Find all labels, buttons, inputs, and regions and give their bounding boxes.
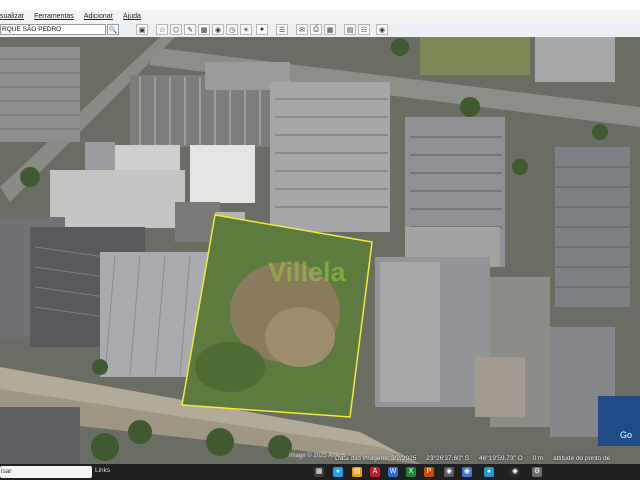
google-earth-icon[interactable]: ◉: [510, 467, 520, 477]
powerpoint-icon[interactable]: P: [424, 467, 434, 477]
placemark-icon[interactable]: ☆: [156, 24, 168, 35]
print-icon[interactable]: ⎙: [310, 24, 322, 35]
maps-icon[interactable]: ▤: [344, 24, 356, 35]
polygon-icon[interactable]: ⬠: [170, 24, 182, 35]
path-icon[interactable]: ✎: [184, 24, 196, 35]
imagery-date: Data das imagens: 3/2/2025: [335, 455, 417, 462]
messenger-icon[interactable]: ●: [484, 467, 494, 477]
map-status-bar: Data das imagens: 3/2/2025 23°26'37.60" …: [335, 455, 618, 462]
sunlight-icon[interactable]: ☀: [240, 24, 252, 35]
folder-icon[interactable]: ▧: [352, 467, 362, 477]
settings-icon[interactable]: ⚙: [532, 467, 542, 477]
menu-visualizar[interactable]: sualizar: [0, 13, 24, 20]
minimap-label: Go: [620, 430, 633, 440]
menu-bar: sualizar Ferramentas Adicionar Ajuda: [0, 10, 640, 23]
word-icon[interactable]: W: [388, 467, 398, 477]
longitude: 46°19'59.73" O: [478, 455, 523, 462]
window-title-strip: [0, 0, 640, 10]
save-image-icon[interactable]: ▦: [324, 24, 336, 35]
sidebar-toggle-icon[interactable]: ▣: [136, 24, 148, 35]
browser-icon[interactable]: ●: [333, 467, 343, 477]
taskbar-search[interactable]: isar: [0, 466, 92, 478]
ruler-icon[interactable]: ☰: [276, 24, 288, 35]
satellite-map-view[interactable]: Villela Image © 2025 Airbus: [0, 37, 640, 464]
earth-icon[interactable]: ◉: [376, 24, 388, 35]
eye-altitude: altitude do ponto de: [553, 455, 611, 462]
toolbar: RQUE SÃO PEDRO 🔍 ▣ ☆ ⬠ ✎ ▩ ◉ ◷ ☀ ● ☰ ✉ ⎙…: [0, 23, 640, 38]
search-icon[interactable]: 🔍: [107, 24, 119, 35]
taskbar: isar Links ▦ ● ▧ A W X P ◉ ◉ ● ◉ ⚙: [0, 464, 640, 480]
layers-icon[interactable]: ☷: [358, 24, 370, 35]
tour-icon[interactable]: ◉: [212, 24, 224, 35]
overview-minimap[interactable]: Go: [598, 396, 640, 446]
latitude: 23°26'37.60" S: [426, 455, 470, 462]
elevation: 0 m: [532, 455, 544, 462]
menu-ajuda[interactable]: Ajuda: [123, 13, 141, 20]
history-icon[interactable]: ◷: [226, 24, 238, 35]
villela-watermark: Villela: [268, 257, 346, 287]
planets-icon[interactable]: ●: [256, 24, 268, 35]
excel-icon[interactable]: X: [406, 467, 416, 477]
chrome-icon[interactable]: ◉: [462, 467, 472, 477]
app-icon[interactable]: ◉: [444, 467, 454, 477]
windows-icon[interactable]: ▦: [314, 467, 324, 477]
menu-ferramentas[interactable]: Ferramentas: [34, 13, 74, 20]
search-input[interactable]: RQUE SÃO PEDRO: [0, 24, 106, 35]
taskbar-links[interactable]: Links: [95, 467, 110, 474]
satellite-imagery: [0, 37, 640, 464]
pdf-icon[interactable]: A: [370, 467, 380, 477]
email-icon[interactable]: ✉: [296, 24, 308, 35]
menu-adicionar[interactable]: Adicionar: [84, 13, 113, 20]
overlay-icon[interactable]: ▩: [198, 24, 210, 35]
